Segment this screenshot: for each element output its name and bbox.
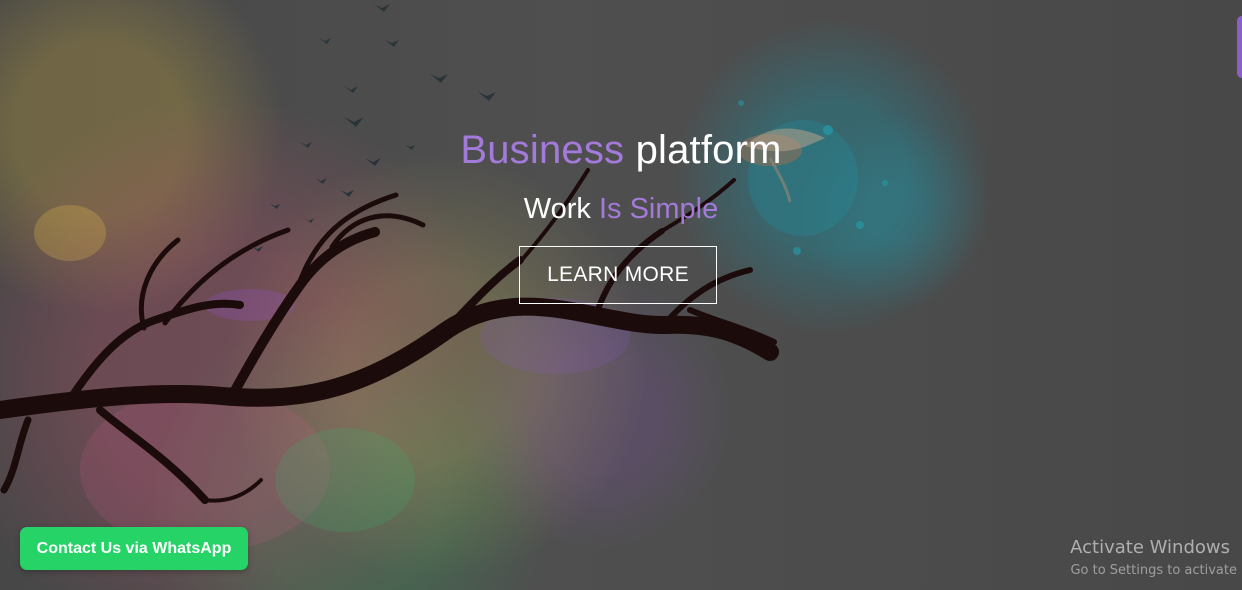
learn-more-button[interactable]: LEARN MORE — [519, 246, 717, 304]
side-tab-handle[interactable] — [1237, 16, 1242, 78]
hero-section: Business platform Work Is Simple LEARN M… — [0, 0, 1242, 590]
whatsapp-contact-button[interactable]: Contact Us via WhatsApp — [20, 527, 248, 570]
